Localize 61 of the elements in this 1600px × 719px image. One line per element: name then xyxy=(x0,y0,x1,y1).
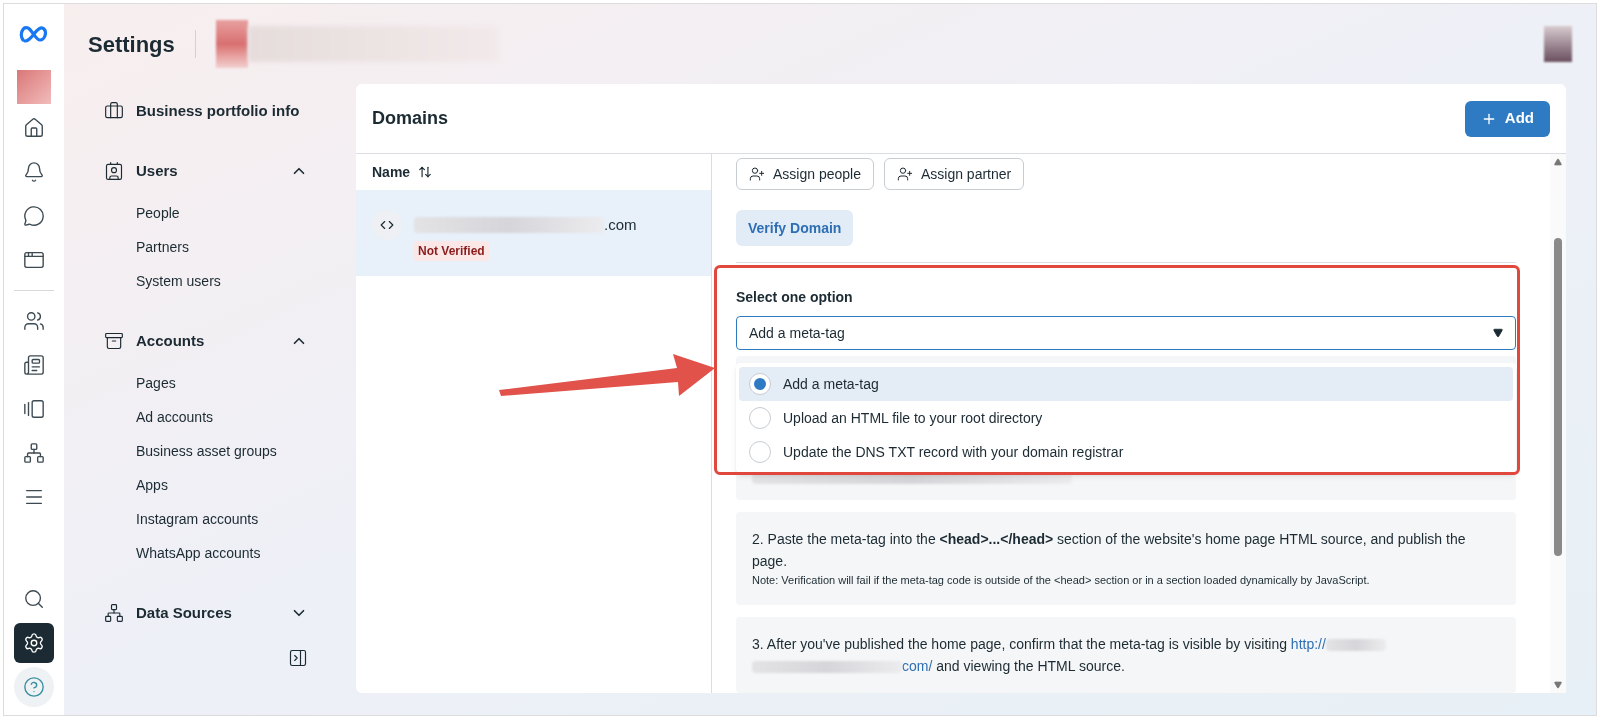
sidebar-item[interactable]: Pages xyxy=(104,366,308,400)
section-label: Accounts xyxy=(136,330,206,351)
sidebar-item[interactable]: Instagram accounts xyxy=(104,502,308,536)
section-label: Users xyxy=(136,160,179,181)
radio-button[interactable] xyxy=(749,373,771,395)
radio-button[interactable] xyxy=(749,407,771,429)
sidebar-section[interactable]: Accounts xyxy=(104,324,308,358)
step-text: 2. Paste the meta-tag into the <head>...</head> section of the website's home page HTML source, and publish the page. xyxy=(752,530,1467,571)
domain-row[interactable]: .com Not Verified xyxy=(356,190,711,276)
sidebar-section[interactable]: Users xyxy=(104,154,308,188)
column-header[interactable]: Name xyxy=(372,161,411,183)
account-switcher[interactable] xyxy=(215,20,498,68)
sidebar-section[interactable]: Business portfolio info xyxy=(104,94,308,128)
option-dropdown[interactable]: Add a meta-tag xyxy=(736,316,1516,350)
collapse-icon[interactable] xyxy=(288,648,308,668)
logo-icon[interactable] xyxy=(19,24,49,44)
sidebar-item[interactable]: WhatsApp accounts xyxy=(104,536,308,570)
assign-button[interactable]: Assign partner xyxy=(883,158,1025,190)
link[interactable]: com/ xyxy=(902,657,933,674)
section-label: Data Sources xyxy=(136,602,233,623)
sidebar-item[interactable]: Ad accounts xyxy=(104,400,308,434)
network-icon xyxy=(104,603,124,623)
option-label: Add a meta-tag xyxy=(783,374,879,394)
dropdown-option[interactable]: Add a meta-tag xyxy=(739,367,1513,401)
scrollbar-thumb[interactable] xyxy=(1554,238,1562,556)
briefcase-icon xyxy=(104,101,124,121)
sidebar-item[interactable]: System users xyxy=(104,264,308,298)
settings-icon[interactable] xyxy=(14,623,54,663)
redacted-text xyxy=(1325,638,1386,651)
scroll-down-icon[interactable] xyxy=(1554,681,1562,689)
badge-icon xyxy=(104,161,124,181)
archive-icon xyxy=(104,331,124,351)
radio-button[interactable] xyxy=(749,441,771,463)
dropdown-option[interactable]: Update the DNS TXT record with your domain registrar xyxy=(739,435,1513,469)
option-label: Upload an HTML file to your root directory xyxy=(783,408,1043,428)
sidebar-item[interactable]: People xyxy=(104,196,308,230)
verify-domain-button[interactable]: Verify Domain xyxy=(736,210,854,246)
add-button[interactable]: Add xyxy=(1464,100,1550,137)
caret-icon xyxy=(1493,328,1503,338)
scroll-up-icon[interactable] xyxy=(1554,158,1562,166)
person-add-icon xyxy=(749,166,765,182)
code-icon xyxy=(372,210,402,240)
sidebar-item[interactable]: Business asset groups xyxy=(104,434,308,468)
sidebar-item[interactable]: Apps xyxy=(104,468,308,502)
page-title: Settings xyxy=(88,30,175,59)
panel-title: Domains xyxy=(372,107,449,130)
option-label: Update the DNS TXT record with your domain registrar xyxy=(783,442,1124,462)
section-label: Business portfolio info xyxy=(136,100,301,121)
link[interactable]: http:// xyxy=(1290,635,1326,652)
sort-icon[interactable] xyxy=(418,165,433,179)
status-badge: Not Verified xyxy=(414,240,489,261)
sidebar-section[interactable]: Data Sources xyxy=(104,596,308,630)
step-note: Note: Verification will fail if the meta-tag code is outside of the <head> section or in a section loaded dynamically by JavaScript. xyxy=(752,573,1371,588)
profile-avatar[interactable] xyxy=(1544,26,1572,62)
sidebar-item[interactable]: Partners xyxy=(104,230,308,264)
person-add-icon xyxy=(896,166,913,182)
step-text: 3. After you've published the home page, confirm that the meta-tag is visible by visiting http:// com/ and viewing the HTML source. xyxy=(752,632,1500,677)
dropdown-option[interactable]: Upload an HTML file to your root directory xyxy=(739,401,1513,435)
domain-suffix: .com xyxy=(604,215,637,235)
select-label: Select one option xyxy=(736,288,854,307)
assign-button[interactable]: Assign people xyxy=(736,158,874,190)
